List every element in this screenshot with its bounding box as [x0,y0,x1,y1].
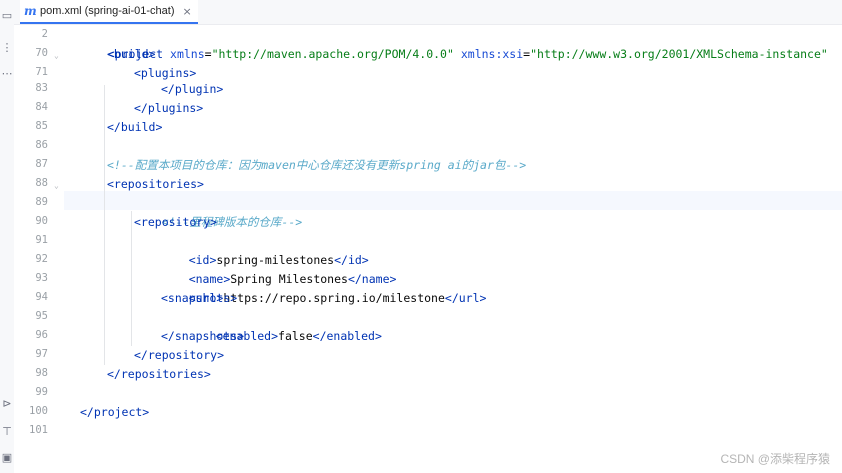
text: https://repo.spring.io/milestone [223,291,445,305]
line-number: 100 [29,405,48,417]
structure-icon[interactable]: ⋮ [1,42,13,54]
close-icon[interactable]: × [182,5,191,18]
code-line: <build> [107,47,156,61]
line-number: 70 [35,47,48,59]
attr: xmlns:xsi [460,47,524,61]
services-icon[interactable]: ⊳ [1,398,13,410]
attr-value: "http://maven.apache.org/POM/4.0.0" [211,47,454,61]
watermark: CSDN @添柴程序猿 [720,452,830,466]
code-line: <enabled>false</enabled> [188,308,382,343]
folder-icon[interactable]: ▭ [1,10,13,22]
tag: </url> [444,291,487,305]
line-number: 87 [35,158,48,170]
indent-guide [131,211,132,346]
line-number: 85 [35,120,48,132]
code-line: </plugin> [161,82,224,96]
line-number: 89 [35,196,48,208]
comment-line: <!--里程碑版本的仓库--> [134,194,302,229]
code-line: <id>spring-milestones</id> [161,232,369,267]
code-line: <name>Spring Milestones</name> [161,251,397,286]
indent-guide [104,85,105,365]
more-icon[interactable]: ⋯ [1,68,13,80]
code-line: </plugins> [134,101,204,115]
tag: </enabled> [312,329,382,343]
line-number: 91 [35,234,48,246]
code-line: </build> [107,120,163,134]
line-number: 86 [35,139,48,151]
code-line: </repositories> [107,367,211,381]
line-number: 98 [35,367,48,379]
build-icon[interactable]: ⊤ [1,426,13,438]
code-line: <repository> [134,215,218,229]
editor-tab-bar: m pom.xml (spring-ai-01-chat) × [14,0,842,25]
line-number: 83 [35,82,48,94]
line-number: 84 [35,101,48,113]
code-line: <repositories> [107,177,204,191]
left-tool-strip: ▭ ⋮ ⋯ ⊳ ⊤ ▣ [0,0,15,473]
eq: = [204,47,212,61]
line-number: 90 [35,215,48,227]
code-line: </snapshots> [161,329,245,343]
line-number: 88 [35,177,48,189]
code-line: </repository> [134,348,225,362]
attr-value: "http://www.w3.org/2001/XMLSchema-instan… [530,47,828,61]
attr: xmlns [170,47,205,61]
line-number: 71 [35,66,48,78]
line-number: 99 [35,386,48,398]
tab-title: pom.xml (spring-ai-01-chat) [40,5,175,17]
fold-marker[interactable]: ⌄ [54,181,62,190]
line-number: 95 [35,310,48,322]
line-number: 93 [35,272,48,284]
comment-line: <!--配置本项目的仓库：因为maven中心仓库还没有更新spring ai的j… [107,158,527,172]
code-line: <url>https://repo.spring.io/milestone</u… [161,270,487,305]
tab-pom-xml[interactable]: m pom.xml (spring-ai-01-chat) × [20,0,198,24]
line-number: 97 [35,348,48,360]
line-number: 92 [35,253,48,265]
code-line: </project> [80,405,150,419]
text: false [278,329,313,343]
code-line: <snapshots> [161,291,238,305]
fold-marker[interactable]: ⌄ [54,51,62,60]
line-number: 96 [35,329,48,341]
terminal-icon[interactable]: ▣ [1,452,13,464]
line-number: 2 [41,28,48,40]
code-line: <project xmlns="http://maven.apache.org/… [80,26,828,61]
line-number: 101 [29,424,48,436]
code-editor[interactable]: <project xmlns="http://maven.apache.org/… [64,25,842,473]
line-number: 94 [35,291,48,303]
maven-file-icon: m [24,4,37,18]
line-number-gutter: 2 70 71 83 84 85 86 87 88 89 90 91 92 93… [14,25,64,473]
